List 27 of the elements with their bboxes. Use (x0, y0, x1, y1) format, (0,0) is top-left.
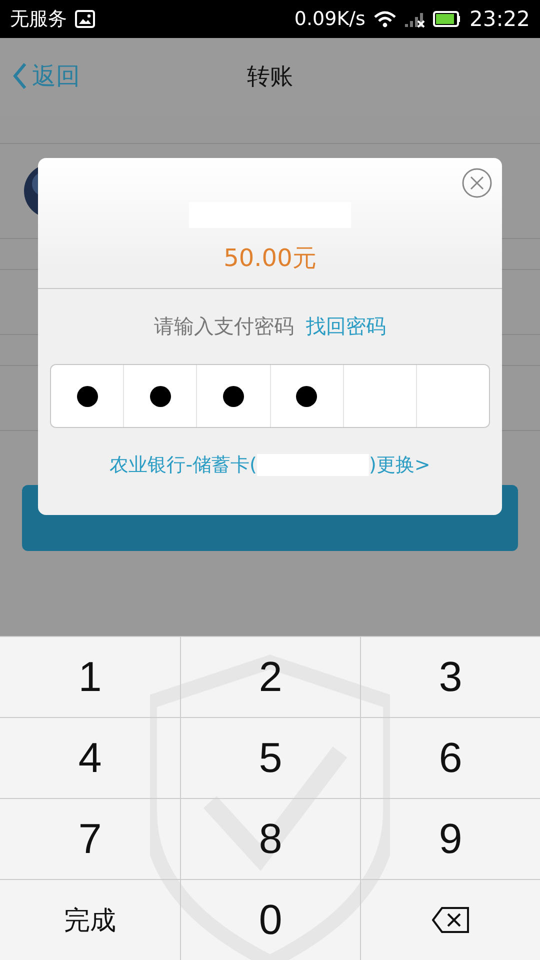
network-speed: 0.09K/s (294, 8, 366, 30)
payment-amount: 50.00元 (224, 243, 316, 274)
close-button[interactable] (462, 168, 492, 198)
digit-key[interactable]: 0 (181, 880, 361, 960)
close-icon (462, 168, 492, 198)
clock-time: 23:22 (469, 7, 530, 31)
bank-card-text: 农业银行-储蓄卡( (110, 453, 257, 478)
page-title: 转账 (247, 63, 293, 92)
battery-icon (433, 11, 462, 27)
digit-key[interactable]: 3 (361, 637, 540, 718)
digit-key[interactable]: 8 (181, 799, 361, 880)
backspace-icon (432, 906, 470, 934)
wifi-icon (373, 10, 398, 28)
digit-key[interactable]: 6 (361, 718, 540, 799)
chevron-left-icon (12, 62, 28, 90)
digit-key[interactable]: 1 (0, 637, 181, 718)
digit-key[interactable]: 2 (181, 637, 361, 718)
digit-key[interactable]: 5 (181, 718, 361, 799)
password-prompt: 请输入支付密码 (154, 313, 294, 340)
digit-key[interactable]: 4 (0, 718, 181, 799)
signal-icon (405, 10, 426, 28)
password-field[interactable] (50, 364, 490, 428)
image-icon (75, 10, 95, 28)
done-key[interactable]: 完成 (0, 880, 181, 960)
digit-key[interactable]: 9 (361, 799, 540, 880)
digit-key[interactable]: 7 (0, 799, 181, 880)
carrier-text: 无服务 (10, 7, 67, 32)
